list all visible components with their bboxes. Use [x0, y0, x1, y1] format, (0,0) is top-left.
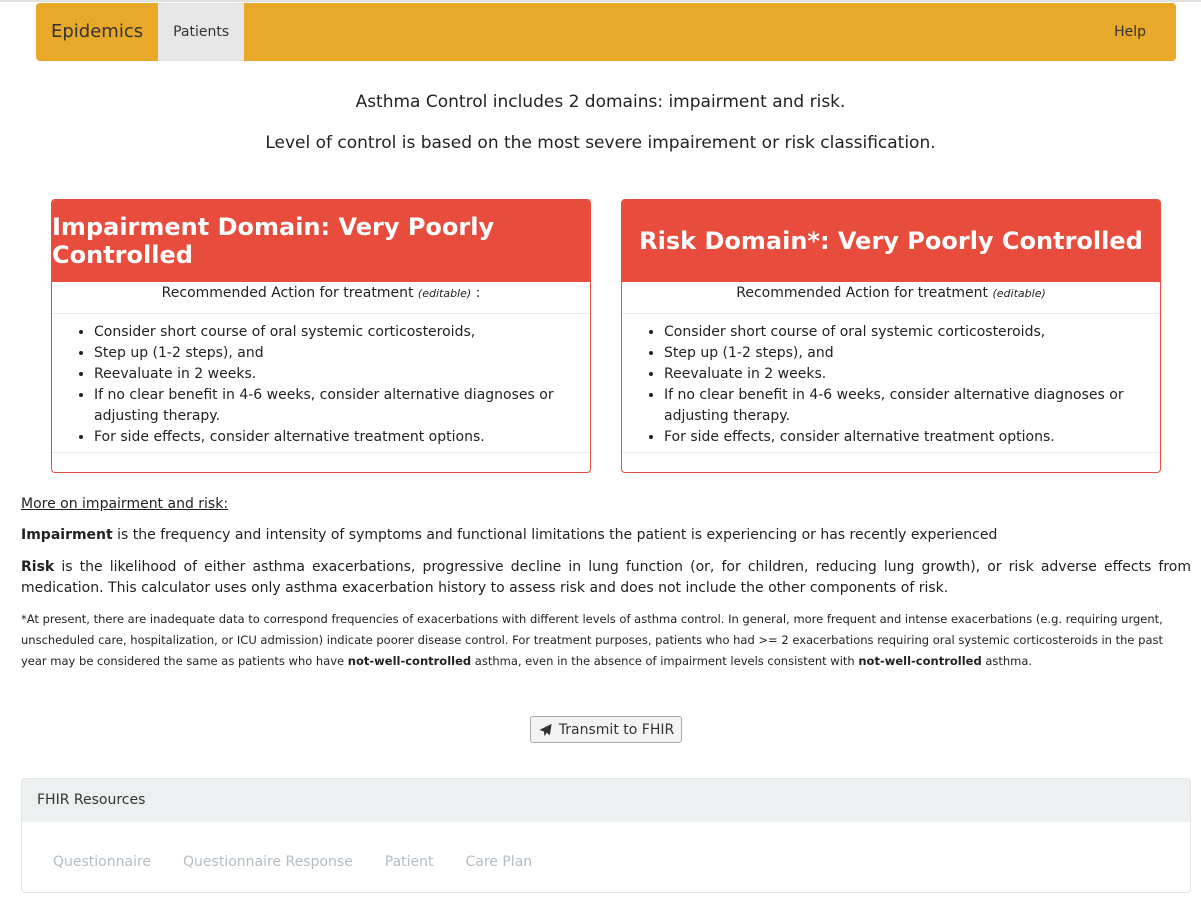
footnote-bold-1: not-well-controlled	[347, 654, 472, 668]
risk-domain-title: Risk Domain*: Very Poorly Controlled	[622, 200, 1160, 282]
top-border	[0, 0, 1201, 2]
risk-definition: Risk is the likelihood of either asthma …	[21, 557, 1191, 599]
more-info-link[interactable]: More on impairment and risk:	[21, 496, 1191, 512]
footnote-text-3: asthma.	[981, 654, 1033, 668]
impairment-term: Impairment	[21, 527, 113, 543]
impairment-recommended-label: Recommended Action for treatment (editab…	[52, 282, 590, 314]
navbar: Epidemics Patients Help	[36, 3, 1176, 61]
list-item[interactable]: Step up (1-2 steps), and	[94, 343, 578, 364]
footnote: *At present, there are inadequate data t…	[21, 609, 1191, 672]
intro-line-1: Asthma Control includes 2 domains: impai…	[355, 92, 846, 112]
list-item[interactable]: Consider short course of oral systemic c…	[664, 322, 1148, 343]
list-item[interactable]: Step up (1-2 steps), and	[664, 343, 1148, 364]
risk-recommended-label: Recommended Action for treatment (editab…	[622, 282, 1160, 314]
transmit-to-fhir-button[interactable]: Transmit to FHIR	[530, 716, 682, 743]
send-icon	[539, 723, 552, 736]
recommended-label-text: Recommended Action for treatment	[736, 285, 989, 301]
risk-domain-card: Risk Domain*: Very Poorly Controlled Rec…	[621, 199, 1161, 473]
recommended-label-suffix: :	[471, 285, 481, 301]
risk-action-list[interactable]: Consider short course of oral systemic c…	[622, 314, 1160, 453]
footnote-text-2: asthma, even in the absence of impairmen…	[471, 654, 859, 668]
list-item[interactable]: Consider short course of oral systemic c…	[94, 322, 578, 343]
footnote-bold-2: not-well-controlled	[858, 654, 982, 668]
impairment-domain-title: Impairment Domain: Very Poorly Controlle…	[52, 200, 590, 282]
list-item[interactable]: For side effects, consider alternative t…	[664, 427, 1148, 448]
tab-patient[interactable]: Patient	[369, 848, 450, 876]
list-item[interactable]: If no clear benefit in 4-6 weeks, consid…	[664, 385, 1148, 427]
impairment-action-list[interactable]: Consider short course of oral systemic c…	[52, 314, 590, 453]
tab-care-plan[interactable]: Care Plan	[450, 848, 549, 876]
list-item[interactable]: Reevaluate in 2 weeks.	[94, 364, 578, 385]
nav-item-help[interactable]: Help	[1084, 24, 1176, 40]
risk-term: Risk	[21, 559, 55, 575]
fhir-resources-heading: FHIR Resources	[22, 779, 1190, 822]
intro-line-2: Level of control is based on the most se…	[265, 133, 936, 153]
list-item[interactable]: Reevaluate in 2 weeks.	[664, 364, 1148, 385]
impairment-domain-card: Impairment Domain: Very Poorly Controlle…	[51, 199, 591, 473]
fhir-tabs: Questionnaire Questionnaire Response Pat…	[22, 822, 1190, 876]
list-item[interactable]: For side effects, consider alternative t…	[94, 427, 578, 448]
risk-definition-text: is the likelihood of either asthma exace…	[21, 559, 1191, 596]
impairment-definition-text: is the frequency and intensity of sympto…	[112, 527, 998, 543]
nav-item-patients[interactable]: Patients	[158, 3, 245, 61]
tab-questionnaire-response[interactable]: Questionnaire Response	[167, 848, 369, 876]
editable-note: (editable)	[992, 287, 1046, 300]
recommended-label-text: Recommended Action for treatment	[161, 285, 414, 301]
tab-questionnaire[interactable]: Questionnaire	[37, 848, 167, 876]
brand-link[interactable]: Epidemics	[36, 3, 158, 61]
list-item[interactable]: If no clear benefit in 4-6 weeks, consid…	[94, 385, 578, 427]
fhir-resources-panel: FHIR Resources Questionnaire Questionnai…	[21, 778, 1191, 893]
editable-note: (editable)	[417, 287, 472, 300]
transmit-label: Transmit to FHIR	[558, 721, 675, 738]
impairment-definition: Impairment is the frequency and intensit…	[21, 525, 1191, 546]
